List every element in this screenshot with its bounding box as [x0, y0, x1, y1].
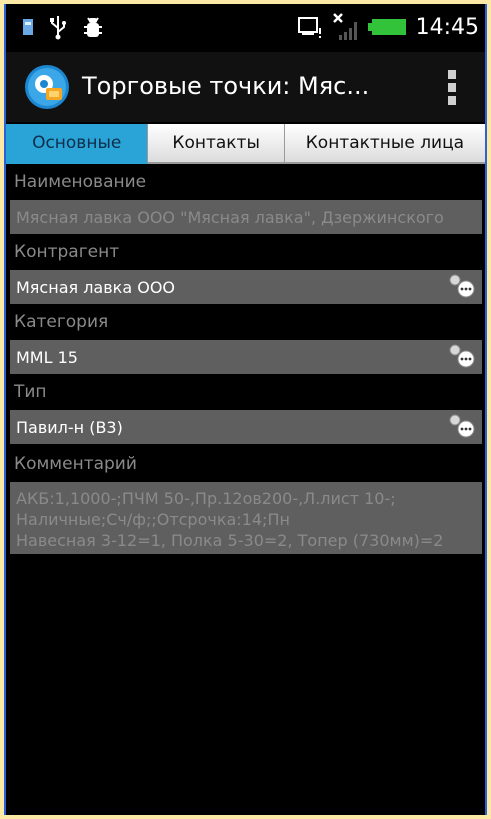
tab-main[interactable]: Основные	[6, 124, 149, 164]
app-logo-icon[interactable]	[24, 64, 70, 110]
debug-icon	[84, 17, 102, 37]
comment-label: Комментарий	[14, 454, 137, 474]
category-select-icon[interactable]	[446, 342, 476, 368]
counterparty-value: Мясная лавка ООО	[16, 278, 175, 297]
phone-screen: 14:45 Торговые точки: Мяс... Основные Ко…	[4, 4, 487, 815]
type-select-icon[interactable]	[446, 412, 476, 438]
name-field: Мясная лавка ООО "Мясная лавка", Дзержин…	[10, 200, 482, 234]
category-field[interactable]: MML 15	[10, 340, 482, 374]
sim-icon	[23, 19, 33, 35]
status-system: 14:45	[297, 12, 479, 42]
name-label: Наименование	[14, 172, 147, 192]
category-value: MML 15	[16, 348, 78, 367]
signal-icon	[332, 13, 357, 40]
counterparty-field[interactable]: Мясная лавка ООО	[10, 270, 482, 304]
counterparty-select-icon[interactable]	[446, 272, 476, 298]
tab-contacts[interactable]: Контакты	[148, 124, 285, 164]
action-bar: Торговые точки: Мяс...	[6, 52, 485, 122]
sd-card-icon	[297, 17, 321, 38]
type-value: Павил-н (В3)	[16, 418, 123, 437]
tab-bar: Основные Контакты Контактные лица	[6, 124, 485, 164]
tab-contact-persons[interactable]: Контактные лица	[284, 124, 485, 164]
status-time: 14:45	[415, 14, 479, 40]
comment-field: АКБ:1,1000-;ПЧМ 50-,Пр.12ов200-,Л.лист 1…	[10, 482, 482, 554]
status-bar: 14:45	[6, 4, 485, 52]
category-label: Категория	[14, 312, 109, 332]
comment-line: Наличные;Сч/ф;;Отсрочка:14;Пн	[16, 510, 290, 529]
counterparty-label: Контрагент	[14, 242, 120, 262]
type-field[interactable]: Павил-н (В3)	[10, 410, 482, 444]
page-title: Торговые точки: Мяс...	[82, 72, 370, 100]
comment-line: Навесная 3-12=1, Полка 5-30=2, Топер (73…	[16, 531, 444, 550]
comment-line: АКБ:1,1000-;ПЧМ 50-,Пр.12ов200-,Л.лист 1…	[16, 489, 396, 508]
name-value: Мясная лавка ООО "Мясная лавка", Дзержин…	[16, 208, 444, 227]
usb-icon	[50, 16, 66, 40]
type-label: Тип	[14, 382, 47, 402]
overflow-menu-icon[interactable]	[447, 70, 457, 106]
status-notifications	[22, 14, 104, 40]
battery-icon	[367, 19, 406, 35]
